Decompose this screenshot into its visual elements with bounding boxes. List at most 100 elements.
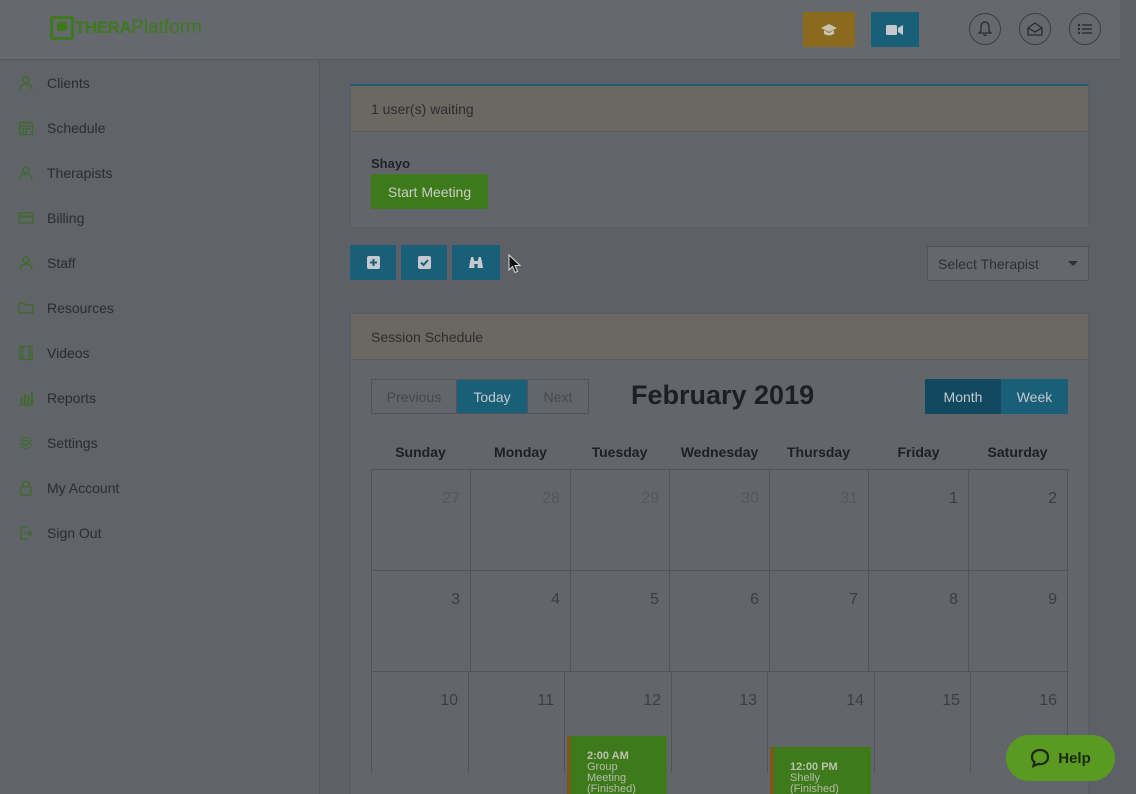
credit-card-icon bbox=[18, 212, 34, 224]
calendar-day-cell[interactable]: 28 bbox=[470, 470, 570, 571]
waiting-user-name: Shayo bbox=[371, 156, 411, 171]
therapist-select-value: Select Therapist bbox=[938, 255, 1039, 272]
theraplatform-logo[interactable]: THERA Platform bbox=[50, 16, 202, 40]
calendar-event[interactable]: 2:00 AM Group Meeting (Finished) bbox=[567, 736, 667, 794]
calendar-day-cell[interactable]: 5 bbox=[570, 571, 669, 672]
sidebar-item-clients[interactable]: Clients bbox=[18, 71, 90, 95]
event-status: (Finished) bbox=[587, 783, 636, 794]
plus-square-icon bbox=[366, 256, 380, 269]
list-icon bbox=[1077, 23, 1092, 35]
calendar-day-cell[interactable]: 9 bbox=[968, 571, 1068, 672]
sidebar-item-my-account[interactable]: My Account bbox=[18, 476, 119, 500]
waiting-header: 1 user(s) waiting bbox=[351, 86, 1088, 132]
calendar-day-cell[interactable]: 10 bbox=[371, 672, 468, 773]
waiting-room-panel: 1 user(s) waiting Shayo Start Meeting bbox=[350, 84, 1089, 228]
calendar-event[interactable]: 12:00 PM Shelly (Finished) bbox=[770, 747, 871, 794]
weekday-header: Friday bbox=[897, 444, 940, 460]
notifications-button[interactable] bbox=[969, 13, 1001, 45]
calendar-day-cell[interactable]: 2 bbox=[968, 470, 1068, 571]
sidebar-item-label: My Account bbox=[47, 480, 120, 496]
help-label: Help bbox=[1058, 749, 1091, 767]
sidebar-item-label: Settings bbox=[47, 435, 98, 451]
video-camera-icon bbox=[886, 24, 903, 35]
messages-button[interactable] bbox=[1019, 13, 1051, 45]
video-button[interactable] bbox=[871, 12, 919, 47]
day-number: 30 bbox=[741, 490, 759, 507]
logo-text-thera: THERA bbox=[75, 18, 132, 37]
day-number: 13 bbox=[739, 692, 757, 709]
calendar-day-cell[interactable]: 13 bbox=[671, 672, 767, 773]
calendar-day-cell[interactable]: 30 bbox=[669, 470, 769, 571]
calendar-day-cell[interactable]: 7 bbox=[769, 571, 868, 672]
sidebar-item-label: Clients bbox=[47, 75, 90, 91]
folder-icon bbox=[18, 302, 34, 314]
calendar-day-cell[interactable]: 11 bbox=[468, 672, 564, 773]
day-number: 7 bbox=[849, 591, 858, 608]
therapist-select[interactable]: Select Therapist bbox=[927, 246, 1089, 281]
sidebar-item-sign-out[interactable]: Sign Out bbox=[18, 521, 101, 545]
calendar-day-cell[interactable]: 27 bbox=[371, 470, 470, 571]
sidebar-item-therapists[interactable]: Therapists bbox=[18, 161, 112, 185]
weekday-header: Saturday bbox=[987, 444, 1048, 460]
month-view-button[interactable]: Month bbox=[925, 379, 1001, 414]
next-button[interactable]: Next bbox=[527, 380, 588, 413]
calendar-day-cell[interactable]: 6 bbox=[669, 571, 769, 672]
education-button[interactable] bbox=[803, 12, 855, 47]
day-number: 1 bbox=[949, 490, 958, 507]
day-number: 31 bbox=[840, 490, 858, 507]
top-bar: THERA Platform bbox=[0, 0, 1120, 60]
chat-bubble-icon bbox=[1031, 748, 1050, 768]
sidebar-item-reports[interactable]: Reports bbox=[18, 386, 96, 410]
calendar-day-cell[interactable]: 31 bbox=[769, 470, 868, 571]
staff-icon bbox=[19, 256, 33, 271]
calendar-day-cell[interactable]: 15 bbox=[874, 672, 970, 773]
today-button[interactable]: Today bbox=[457, 380, 527, 413]
schedule-header: Session Schedule bbox=[351, 314, 1088, 360]
sidebar-item-videos[interactable]: Videos bbox=[18, 341, 90, 365]
calendar-week-row: 10 11 12 13 14 15 16 bbox=[371, 671, 1069, 773]
sidebar-item-label: Videos bbox=[47, 345, 90, 361]
day-number: 8 bbox=[949, 591, 958, 608]
day-number: 2 bbox=[1048, 490, 1057, 507]
day-number: 12 bbox=[643, 692, 661, 709]
weekday-header: Thursday bbox=[786, 444, 850, 460]
calendar-day-cell[interactable]: 29 bbox=[570, 470, 669, 571]
therapists-icon bbox=[19, 166, 33, 181]
day-number: 9 bbox=[1048, 591, 1057, 608]
day-number: 27 bbox=[442, 490, 460, 507]
sidebar-item-staff[interactable]: Staff bbox=[18, 251, 76, 275]
logo-mark-icon bbox=[50, 16, 74, 40]
day-number: 11 bbox=[537, 692, 554, 709]
sidebar-item-label: Reports bbox=[47, 390, 97, 406]
previous-button[interactable]: Previous bbox=[372, 380, 457, 413]
sidebar-item-settings[interactable]: Settings bbox=[18, 431, 98, 455]
calendar-day-cell[interactable]: 1 bbox=[868, 470, 968, 571]
approve-button[interactable] bbox=[401, 245, 447, 280]
day-number: 29 bbox=[641, 490, 659, 507]
calendar-day-cell[interactable]: 3 bbox=[371, 571, 470, 672]
search-sessions-button[interactable] bbox=[452, 245, 500, 280]
mouse-cursor-icon bbox=[508, 254, 522, 274]
sidebar-item-label: Billing bbox=[47, 210, 85, 226]
sidebar-item-billing[interactable]: Billing bbox=[18, 206, 84, 230]
sign-out-icon bbox=[20, 526, 33, 540]
help-button[interactable]: Help bbox=[1006, 735, 1115, 781]
clients-icon bbox=[19, 76, 33, 91]
gear-icon bbox=[19, 436, 33, 450]
calendar-day-cell[interactable]: 8 bbox=[868, 571, 968, 672]
start-meeting-button[interactable]: Start Meeting bbox=[371, 174, 488, 209]
menu-list-button[interactable] bbox=[1069, 13, 1101, 45]
sidebar-item-schedule[interactable]: Schedule bbox=[18, 116, 105, 140]
sidebar-item-resources[interactable]: Resources bbox=[18, 296, 114, 320]
sidebar-item-label: Staff bbox=[47, 255, 76, 271]
add-session-button[interactable] bbox=[350, 245, 396, 280]
week-view-button[interactable]: Week bbox=[1001, 379, 1068, 414]
day-number: 3 bbox=[451, 591, 460, 608]
weekday-header: Sunday bbox=[395, 444, 446, 460]
logo-text-platform: Platform bbox=[131, 17, 202, 38]
event-status: (Finished) bbox=[790, 783, 839, 794]
day-number: 4 bbox=[551, 591, 560, 608]
calendar-nav: Previous Today Next bbox=[371, 379, 589, 414]
day-number: 15 bbox=[942, 692, 960, 709]
calendar-day-cell[interactable]: 4 bbox=[470, 571, 570, 672]
